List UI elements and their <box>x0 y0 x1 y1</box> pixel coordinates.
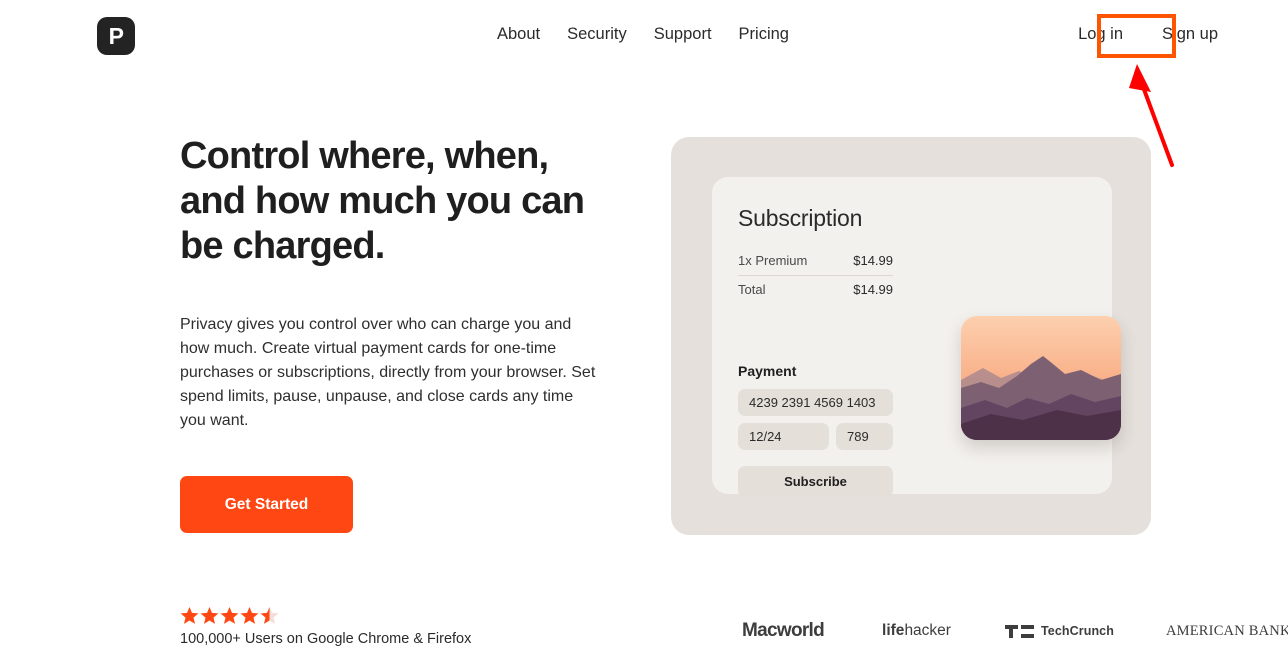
nav-item-security[interactable]: Security <box>567 23 654 45</box>
signup-link[interactable]: Sign up <box>1162 23 1218 45</box>
subscription-panel: Subscription 1x Premium $14.99 Total $14… <box>671 137 1151 535</box>
auth-links: Log in Sign up <box>1057 23 1218 45</box>
hero-headline: Control where, when, and how much you ca… <box>180 135 585 267</box>
login-link[interactable]: Log in <box>1057 23 1142 45</box>
payment-section-label: Payment <box>738 363 797 379</box>
line-item-premium: 1x Premium $14.99 <box>738 247 893 276</box>
press-logos: Macworld lifehacker TechCrunch AMERICAN … <box>742 618 1288 644</box>
macworld-logo: Macworld <box>742 620 825 641</box>
techcrunch-logo: TechCrunch <box>1004 624 1114 638</box>
site-header: P About Security Support Pricing Log in … <box>0 0 1288 167</box>
hero-text-column: Control where, when, and how much you ca… <box>180 134 620 533</box>
lifehacker-logo-rest: hacker <box>904 622 951 639</box>
nav-item-about[interactable]: About <box>497 23 567 45</box>
line-item-label: 1x Premium <box>738 253 808 268</box>
landing-page: P About Security Support Pricing Log in … <box>0 0 1288 672</box>
subscription-line-items: 1x Premium $14.99 Total $14.99 <box>738 247 893 304</box>
subscription-title: Subscription <box>738 205 863 231</box>
line-item-amount: $14.99 <box>853 253 893 268</box>
nav-item-pricing[interactable]: Pricing <box>739 23 789 45</box>
star-icon <box>200 606 219 624</box>
lifehacker-logo-bold: life <box>882 622 905 639</box>
star-icon <box>240 606 259 624</box>
star-rating <box>180 606 471 625</box>
mountain-icon <box>961 316 1121 440</box>
star-icon <box>180 606 199 624</box>
get-started-button[interactable]: Get Started <box>180 476 353 533</box>
hero-body-text: Privacy gives you control over who can c… <box>180 316 596 429</box>
techcrunch-mark-icon <box>1004 624 1034 638</box>
rating-caption: 100,000+ Users on Google Chrome & Firefo… <box>180 631 472 647</box>
line-item-label: Total <box>738 282 766 297</box>
card-expiry-input[interactable]: 12/24 <box>738 423 829 450</box>
main-navigation: About Security Support Pricing <box>497 23 789 45</box>
card-number-input[interactable]: 4239 2391 4569 1403 <box>738 389 893 416</box>
brand-logo[interactable]: P <box>97 17 135 55</box>
nav-item-support[interactable]: Support <box>654 23 739 45</box>
subscription-card: Subscription 1x Premium $14.99 Total $14… <box>712 177 1121 497</box>
logo-letter: P <box>108 22 124 49</box>
rating-block: 100,000+ Users on Google Chrome & Firefo… <box>180 606 471 647</box>
line-item-total: Total $14.99 <box>738 276 893 304</box>
lifehacker-logo: lifehacker <box>882 622 951 640</box>
star-icon <box>220 606 239 624</box>
card-cvv-input[interactable]: 789 <box>836 423 893 450</box>
subscribe-button[interactable]: Subscribe <box>738 466 893 497</box>
line-item-amount: $14.99 <box>853 282 893 297</box>
star-half-icon <box>260 606 279 624</box>
mountain-sunset-thumbnail <box>961 316 1121 440</box>
american-banker-logo: AMERICAN BANKER <box>1165 622 1288 639</box>
techcrunch-logo-text: TechCrunch <box>1040 624 1114 638</box>
